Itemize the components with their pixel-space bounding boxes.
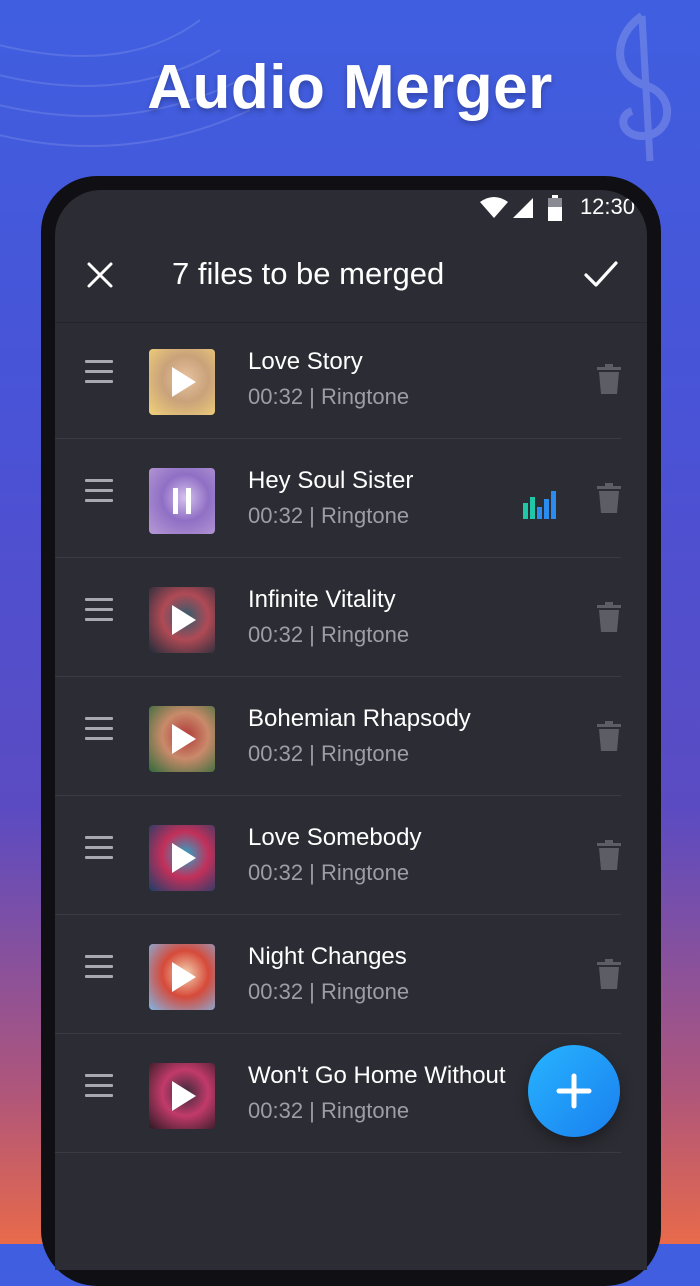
trash-icon[interactable] xyxy=(597,959,621,989)
app-bar: 7 files to be merged xyxy=(55,242,647,323)
track-row[interactable]: Infinite Vitality 00:32 | Ringtone xyxy=(55,558,621,677)
trash-icon[interactable] xyxy=(597,721,621,751)
drag-handle-icon[interactable] xyxy=(85,1074,113,1097)
track-meta: 00:32 | Ringtone xyxy=(248,622,410,647)
track-meta: 00:32 | Ringtone xyxy=(248,741,410,766)
track-thumbnail[interactable] xyxy=(149,468,215,534)
track-meta: 00:32 | Ringtone xyxy=(248,979,410,1004)
trash-icon[interactable] xyxy=(597,483,621,513)
page-title: 7 files to be merged xyxy=(172,256,445,291)
track-title: Night Changes xyxy=(248,943,407,970)
track-meta: 00:32 | Ringtone xyxy=(248,860,410,885)
status-bar: 12:30 xyxy=(55,190,647,226)
track-title: Love Somebody xyxy=(248,824,422,851)
play-icon[interactable] xyxy=(149,587,215,653)
trash-icon[interactable] xyxy=(597,602,621,632)
track-thumbnail[interactable] xyxy=(149,349,215,415)
equalizer-icon xyxy=(523,491,556,519)
track-thumbnail[interactable] xyxy=(149,587,215,653)
track-title: Bohemian Rhapsody xyxy=(248,705,471,732)
play-icon[interactable] xyxy=(149,706,215,772)
track-meta: 00:32 | Ringtone xyxy=(248,384,410,409)
drag-handle-icon[interactable] xyxy=(85,836,113,859)
status-time: 12:30 xyxy=(579,194,635,219)
promo-title: Audio Merger xyxy=(147,53,553,122)
track-thumbnail[interactable] xyxy=(149,706,215,772)
close-icon[interactable] xyxy=(85,260,115,290)
signal-icon xyxy=(513,198,533,218)
play-icon[interactable] xyxy=(149,349,215,415)
drag-handle-icon[interactable] xyxy=(85,955,113,978)
drag-handle-icon[interactable] xyxy=(85,598,113,621)
track-meta: 00:32 | Ringtone xyxy=(248,503,410,528)
wifi-icon xyxy=(480,197,508,218)
track-thumbnail[interactable] xyxy=(149,1063,215,1129)
trash-icon[interactable] xyxy=(597,364,621,394)
add-file-button[interactable] xyxy=(528,1045,620,1137)
app-screen: 12:30 7 files to be merged Love Story 00… xyxy=(55,190,647,1270)
track-title: Hey Soul Sister xyxy=(248,467,414,494)
track-row[interactable]: Night Changes 00:32 | Ringtone xyxy=(55,915,621,1034)
drag-handle-icon[interactable] xyxy=(85,717,113,740)
drag-handle-icon[interactable] xyxy=(85,360,113,383)
track-meta: 00:32 | Ringtone xyxy=(248,1098,410,1123)
pause-icon[interactable] xyxy=(149,468,215,534)
track-thumbnail[interactable] xyxy=(149,825,215,891)
plus-icon xyxy=(556,1073,592,1109)
track-row[interactable]: Love Somebody 00:32 | Ringtone xyxy=(55,796,621,915)
track-title: Won't Go Home Without xyxy=(248,1062,506,1089)
track-title: Infinite Vitality xyxy=(248,586,396,613)
track-row[interactable]: Hey Soul Sister 00:32 | Ringtone xyxy=(55,439,621,558)
drag-handle-icon[interactable] xyxy=(85,479,113,502)
track-title: Love Story xyxy=(248,348,363,375)
trash-icon[interactable] xyxy=(597,840,621,870)
track-list: Love Story 00:32 | Ringtone Hey Soul Sis… xyxy=(55,320,647,1153)
check-icon[interactable] xyxy=(583,258,619,290)
track-thumbnail[interactable] xyxy=(149,944,215,1010)
battery-icon xyxy=(548,195,562,221)
track-row[interactable]: Bohemian Rhapsody 00:32 | Ringtone xyxy=(55,677,621,796)
play-icon[interactable] xyxy=(149,825,215,891)
play-icon[interactable] xyxy=(149,944,215,1010)
track-row[interactable]: Love Story 00:32 | Ringtone xyxy=(55,320,621,439)
play-icon[interactable] xyxy=(149,1063,215,1129)
